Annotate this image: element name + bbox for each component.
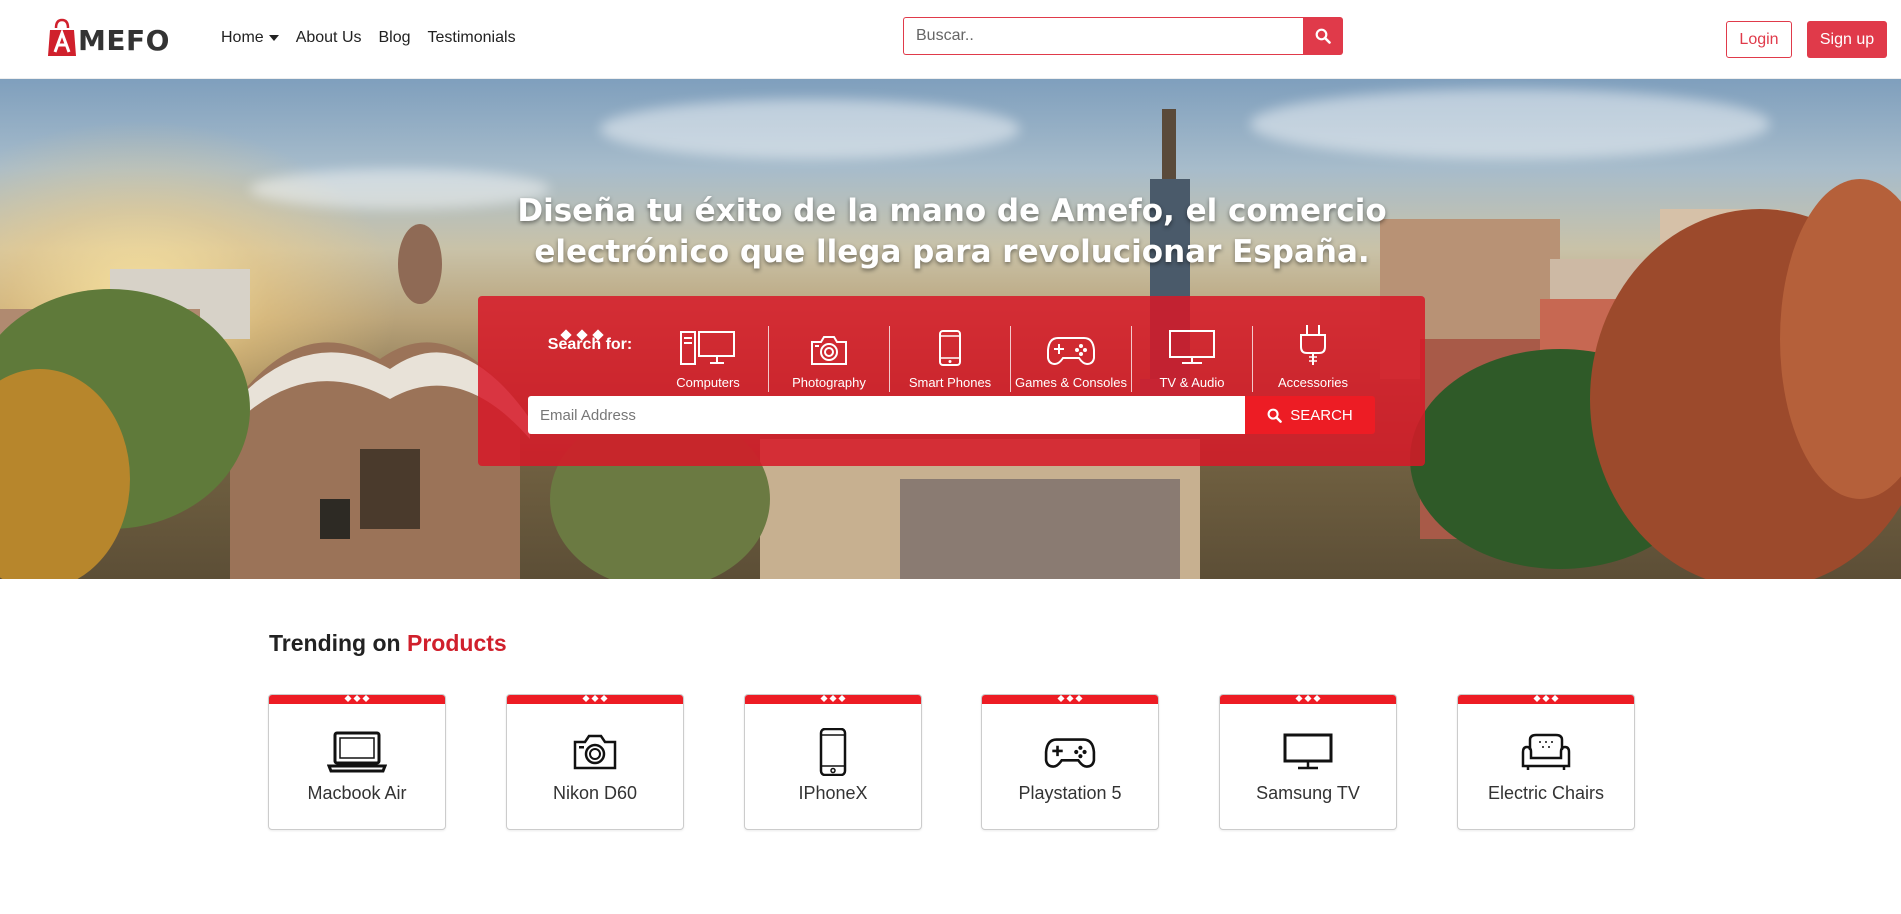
- camera-icon: [811, 336, 847, 365]
- product-card-iphonex[interactable]: IPhoneX: [744, 694, 922, 830]
- hero-search-input[interactable]: [528, 396, 1245, 434]
- card-band: [1220, 695, 1396, 704]
- nav-item-about[interactable]: About Us: [296, 29, 362, 47]
- search-icon: [1267, 408, 1283, 423]
- card-band: [1458, 695, 1634, 704]
- hero-title-line1: Diseña tu éxito de la mano de Amefo, el …: [517, 193, 1387, 229]
- product-card-electric-chairs[interactable]: Electric Chairs: [1457, 694, 1635, 830]
- product-label: Nikon D60: [552, 783, 638, 803]
- smartphone-icon: [939, 330, 961, 366]
- hero-search-panel: Search for: Computers Photography Smart …: [478, 296, 1425, 466]
- search-for-label: Search for:: [547, 336, 633, 353]
- product-label: Macbook Air: [307, 783, 407, 803]
- product-label: Samsung TV: [1256, 783, 1360, 803]
- product-card-macbook-air[interactable]: Macbook Air: [268, 694, 446, 830]
- category-tv-audio[interactable]: TV & Audio: [1132, 326, 1252, 390]
- category-label: Photography: [792, 375, 866, 390]
- category-label: Smart Phones: [908, 375, 992, 390]
- category-computers[interactable]: Computers: [648, 326, 768, 390]
- gamepad-icon: [1047, 337, 1095, 366]
- camera-icon: [573, 734, 617, 770]
- header-search: [903, 17, 1343, 55]
- trending-title-prefix: Trending on: [269, 630, 407, 656]
- header-search-input[interactable]: [903, 17, 1304, 55]
- trending-title: Trending on Products: [269, 630, 507, 657]
- hero-title: Diseña tu éxito de la mano de Amefo, el …: [452, 191, 1452, 273]
- product-card-nikon-d60[interactable]: Nikon D60: [506, 694, 684, 830]
- smartphone-icon: [819, 728, 847, 776]
- product-card-samsung-tv[interactable]: Samsung TV: [1219, 694, 1397, 830]
- nav-item-home-label: Home: [221, 29, 264, 46]
- caret-down-icon: [268, 34, 279, 41]
- shopping-bag-icon: [48, 18, 76, 56]
- brand-logo[interactable]: MEFO: [47, 17, 170, 59]
- header-search-button[interactable]: [1303, 17, 1343, 55]
- category-label: Computers: [676, 375, 740, 390]
- hero-search-button[interactable]: SEARCH: [1245, 396, 1375, 434]
- hero-search-button-label: SEARCH: [1290, 406, 1353, 424]
- gamepad-icon: [1044, 738, 1096, 768]
- top-navbar: MEFO Home About Us Blog Testimonials Log…: [0, 0, 1901, 79]
- category-label: Accessories: [1277, 375, 1349, 390]
- tv-icon: [1169, 330, 1215, 364]
- category-label: Games & Consoles: [1015, 375, 1127, 390]
- nav-item-home[interactable]: Home: [221, 29, 279, 47]
- logo-text: MEFO: [78, 23, 170, 57]
- product-label: IPhoneX: [798, 783, 868, 803]
- category-photography[interactable]: Photography: [769, 326, 889, 390]
- plug-icon: [1300, 325, 1326, 365]
- card-band: [745, 695, 921, 704]
- nav-item-testimonials[interactable]: Testimonials: [428, 29, 516, 47]
- computer-icon: [680, 331, 735, 365]
- sofa-icon: [1521, 733, 1571, 770]
- card-band: [269, 695, 445, 704]
- login-button[interactable]: Login: [1726, 21, 1792, 58]
- category-games-consoles[interactable]: Games & Consoles: [1011, 326, 1131, 390]
- category-accessories[interactable]: Accessories: [1253, 325, 1373, 390]
- product-label: Electric Chairs: [1487, 783, 1605, 803]
- product-label: Playstation 5: [1018, 783, 1122, 803]
- hero-title-line2: electrónico que llega para revolucionar …: [534, 234, 1370, 270]
- category-label: TV & Audio: [1159, 375, 1225, 390]
- main-nav: Home About Us Blog Testimonials: [221, 29, 516, 47]
- nav-item-blog[interactable]: Blog: [379, 29, 411, 47]
- search-icon: [1315, 28, 1331, 44]
- card-band: [982, 695, 1158, 704]
- product-card-playstation-5[interactable]: Playstation 5: [981, 694, 1159, 830]
- category-smart-phones[interactable]: Smart Phones: [890, 326, 1010, 390]
- trending-title-accent: Products: [407, 630, 507, 656]
- laptop-icon: [327, 731, 387, 773]
- signup-button[interactable]: Sign up: [1807, 21, 1887, 58]
- tv-icon: [1283, 733, 1333, 770]
- card-band: [507, 695, 683, 704]
